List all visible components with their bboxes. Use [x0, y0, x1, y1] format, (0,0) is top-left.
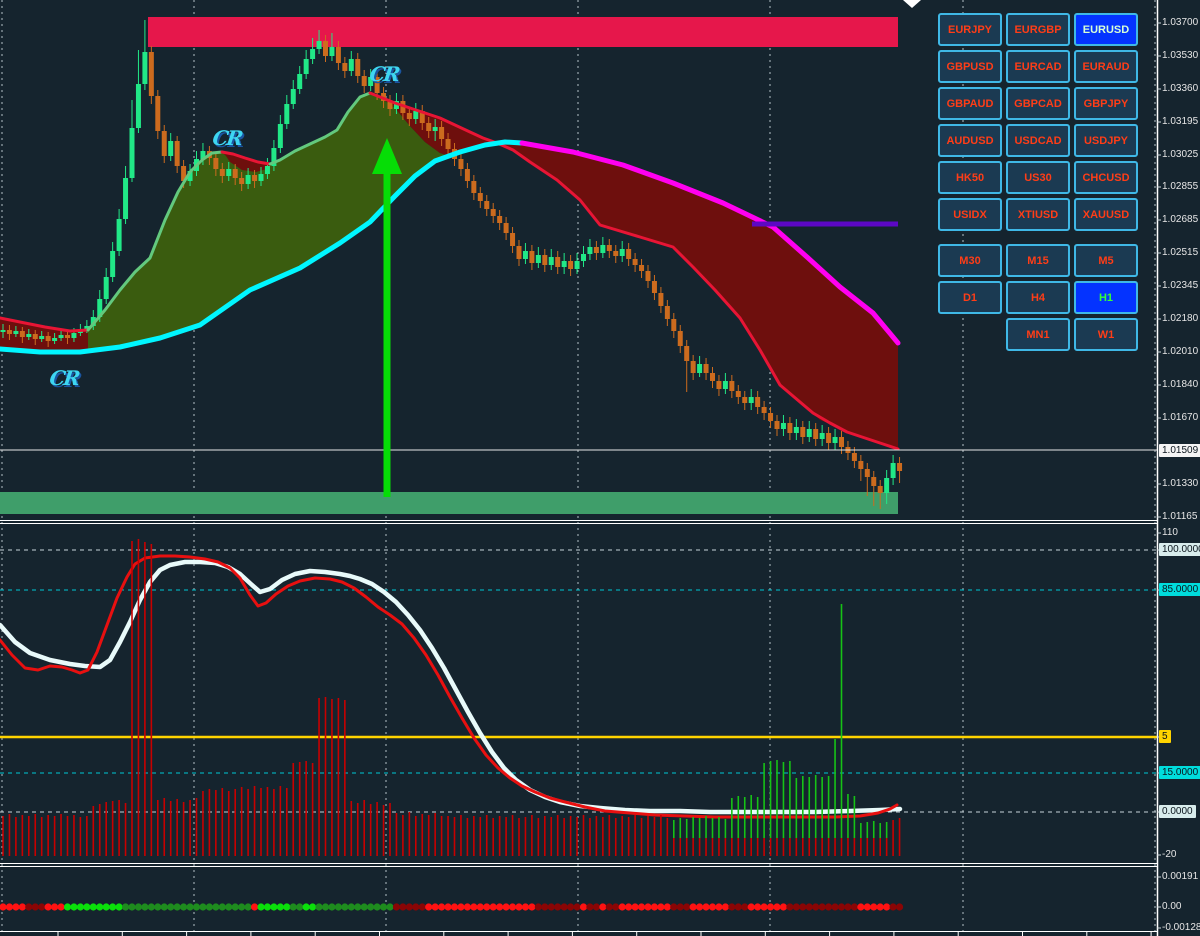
price-scale-label: 1.01840: [1162, 379, 1199, 390]
price-scale-label: 1.02180: [1162, 313, 1199, 324]
symbol-button-EURAUD[interactable]: EURAUD: [1074, 50, 1138, 83]
symbol-button-GBPJPY[interactable]: GBPJPY: [1074, 87, 1138, 120]
price-scale-label: 1.03700: [1162, 17, 1199, 28]
current-price-label: 1.01509: [1159, 444, 1200, 457]
price-scale-label: 1.03195: [1162, 116, 1199, 127]
timeframe-button-M5[interactable]: M5: [1074, 244, 1138, 277]
timeframe-button-H4[interactable]: H4: [1006, 281, 1070, 314]
indicator-scale-label: 15.0000: [1159, 766, 1200, 779]
indicator-scale-label: 0.00191: [1162, 871, 1199, 882]
indicator-scale-label: -0.00128: [1162, 922, 1200, 933]
indicator-scale-label: 5: [1159, 730, 1171, 743]
symbol-button-USIDX[interactable]: USIDX: [938, 198, 1002, 231]
price-scale-label: 1.03530: [1162, 50, 1199, 61]
symbol-button-CHCUSD[interactable]: CHCUSD: [1074, 161, 1138, 194]
price-scale-label: 1.02855: [1162, 181, 1199, 192]
scroll-to-end-marker[interactable]: [903, 0, 921, 8]
price-scale-label: 1.02345: [1162, 280, 1199, 291]
symbol-button-XAUUSD[interactable]: XAUUSD: [1074, 198, 1138, 231]
price-scale-label: 1.03025: [1162, 149, 1199, 160]
symbol-button-AUDUSD[interactable]: AUDUSD: [938, 124, 1002, 157]
cr-signal-marker: CR: [211, 126, 243, 150]
indicator-scale-label: 0.0000: [1159, 805, 1196, 818]
price-scale-label: 1.03360: [1162, 83, 1199, 94]
symbol-button-GBPAUD[interactable]: GBPAUD: [938, 87, 1002, 120]
timeframe-button-M30[interactable]: M30: [938, 244, 1002, 277]
symbol-button-EURCAD[interactable]: EURCAD: [1006, 50, 1070, 83]
support-zone: [0, 492, 898, 514]
cr-signal-marker: CR: [48, 366, 80, 390]
timeframe-button-M15[interactable]: M15: [1006, 244, 1070, 277]
mt4-chart-window: 1.03700 1.03530 1.03360 1.03195 1.03025 1.028…: [0, 0, 1200, 936]
symbol-button-EURUSD[interactable]: EURUSD: [1074, 13, 1138, 46]
timeframe-button-D1[interactable]: D1: [938, 281, 1002, 314]
symbol-button-EURGBP[interactable]: EURGBP: [1006, 13, 1070, 46]
indicator-scale-label: 100.0000: [1159, 543, 1200, 556]
price-scale-label: 1.01330: [1162, 478, 1199, 489]
indicator-scale-label: 85.0000: [1159, 583, 1200, 596]
indicator-scale-label: 110: [1162, 527, 1178, 538]
indicator-scale-label: -20: [1162, 849, 1177, 860]
price-scale-label: 1.01165: [1162, 511, 1198, 522]
price-scale-label: 1.02010: [1162, 346, 1199, 357]
cr-signal-marker: CR: [368, 62, 400, 86]
symbol-button-USDCAD[interactable]: USDCAD: [1006, 124, 1070, 157]
timeframe-button-W1[interactable]: W1: [1074, 318, 1138, 351]
timeframe-button-H1[interactable]: H1: [1074, 281, 1138, 314]
symbol-button-XTIUSD[interactable]: XTIUSD: [1006, 198, 1070, 231]
symbol-button-GBPUSD[interactable]: GBPUSD: [938, 50, 1002, 83]
symbol-button-HK50[interactable]: HK50: [938, 161, 1002, 194]
symbol-button-EURJPY[interactable]: EURJPY: [938, 13, 1002, 46]
price-scale-label: 1.01670: [1162, 412, 1199, 423]
resistance-zone: [148, 17, 898, 47]
indicator-scale-label: 0.00: [1162, 901, 1182, 912]
symbol-button-GBPCAD[interactable]: GBPCAD: [1006, 87, 1070, 120]
timeframe-button-MN1[interactable]: MN1: [1006, 318, 1070, 351]
symbol-button-US30[interactable]: US30: [1006, 161, 1070, 194]
price-scale-label: 1.02685: [1162, 214, 1199, 225]
price-scale-label: 1.02515: [1162, 247, 1199, 258]
symbol-button-USDJPY[interactable]: USDJPY: [1074, 124, 1138, 157]
